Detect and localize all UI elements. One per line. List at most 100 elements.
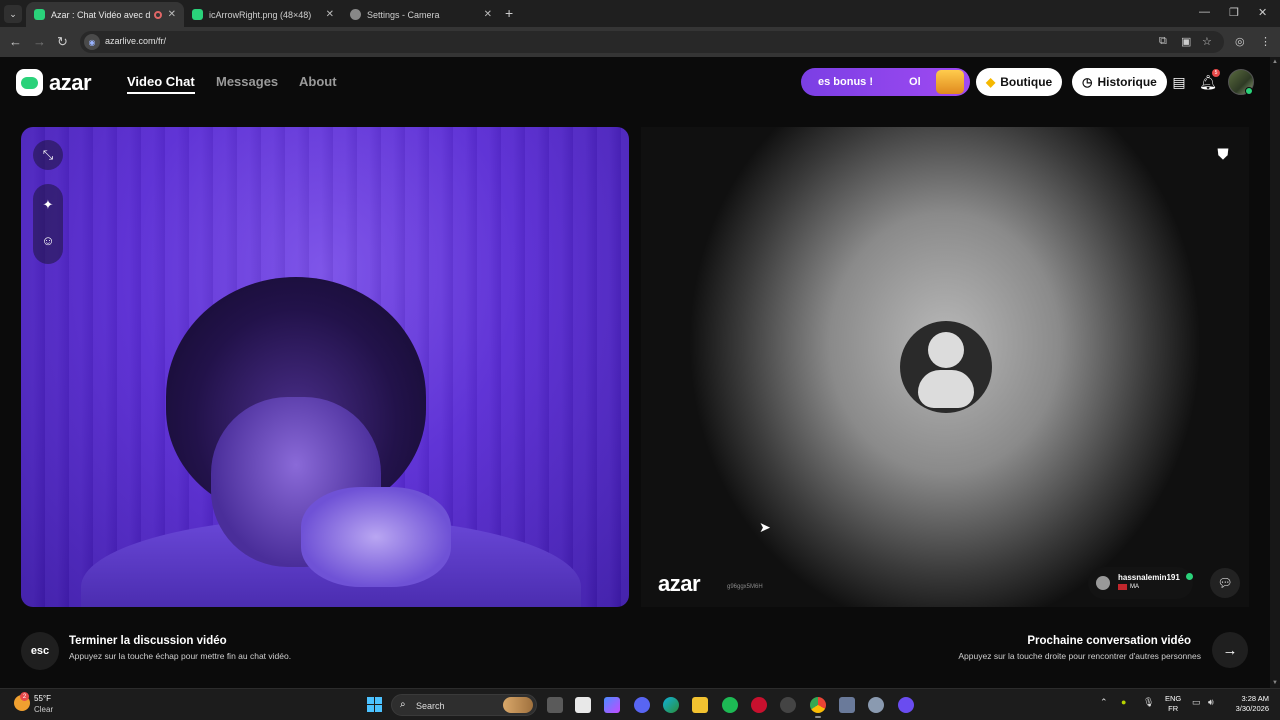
azar-logo[interactable]: azar bbox=[16, 69, 92, 96]
watermark-id: g96ggx5M6H bbox=[727, 584, 763, 590]
image-favicon-icon bbox=[192, 9, 203, 20]
maximize-button[interactable]: ❐ bbox=[1229, 6, 1239, 19]
bookmark-star-icon[interactable]: ☆ bbox=[1202, 35, 1212, 48]
gift-box-icon bbox=[936, 70, 964, 94]
end-chat-title: Terminer la discussion vidéo bbox=[69, 635, 227, 647]
search-label: Search bbox=[416, 701, 445, 711]
next-chat-subtitle: Appuyez sur la touche droite pour rencon… bbox=[958, 651, 1201, 661]
media-app-icon[interactable] bbox=[751, 697, 767, 713]
chrome-icon[interactable] bbox=[810, 697, 826, 718]
close-window-button[interactable]: ✕ bbox=[1258, 6, 1267, 19]
diamond-icon: ◆ bbox=[986, 75, 996, 89]
page-scrollbar[interactable]: ▲ ▼ bbox=[1270, 57, 1280, 688]
tab-title: icArrowRight.png (48×48) bbox=[209, 9, 312, 20]
flag-icon bbox=[1118, 584, 1127, 590]
forward-button[interactable]: → bbox=[33, 34, 46, 49]
report-shield-icon[interactable]: ⛊ bbox=[1214, 144, 1232, 164]
menu-icon[interactable]: ⋮ bbox=[1260, 35, 1271, 48]
camera-site-icon[interactable]: ◉ bbox=[84, 34, 100, 50]
edge-icon[interactable] bbox=[663, 697, 679, 713]
close-tab-icon[interactable]: ✕ bbox=[484, 9, 492, 20]
shop-label: Boutique bbox=[1000, 75, 1053, 89]
nav-about[interactable]: About bbox=[299, 74, 337, 89]
steam-icon[interactable] bbox=[780, 697, 796, 713]
copilot-icon[interactable] bbox=[604, 697, 620, 713]
spotify-icon[interactable] bbox=[722, 697, 738, 713]
azar-favicon-icon bbox=[34, 9, 45, 20]
user-icon bbox=[1096, 576, 1110, 590]
inbox-icon[interactable]: ▤ bbox=[1170, 73, 1188, 91]
browser-tab-strip: ⌄ Azar : Chat Vidéo avec de n ✕ icArrowR… bbox=[0, 0, 1280, 27]
chat-bubble-icon[interactable]: 💬︎ bbox=[1210, 568, 1240, 598]
settings-gear-icon[interactable] bbox=[868, 697, 884, 713]
verified-icon bbox=[1186, 573, 1193, 580]
weather-condition: Clear bbox=[34, 705, 54, 714]
translate-icon[interactable]: ⧉ bbox=[1159, 35, 1167, 48]
partner-country: MA bbox=[1118, 584, 1139, 590]
minimize-video-icon[interactable]: ⤡ bbox=[33, 140, 63, 170]
hand-with-glass bbox=[301, 487, 451, 587]
profile-icon[interactable]: ◎ bbox=[1235, 35, 1245, 48]
windows-start-icon[interactable] bbox=[367, 697, 382, 712]
url-text: azarlive.com/fr/ bbox=[105, 36, 167, 46]
end-chat-subtitle: Appuyez sur la touche échap pour mettre … bbox=[69, 651, 292, 661]
tab-image[interactable]: icArrowRight.png (48×48) ✕ bbox=[184, 2, 342, 27]
windows-taskbar: 2 55°F Clear ⌕ Search ⌃ ● 🎙︎ ENG FR ▭ 🔊︎ … bbox=[0, 688, 1280, 720]
online-status-dot bbox=[1245, 87, 1253, 95]
minimize-button[interactable]: — bbox=[1199, 6, 1210, 18]
remote-video: ⛊ azar g96ggx5M6H hassnalemin191 MA 💬︎ bbox=[641, 127, 1249, 607]
azar-page: azar Video Chat Messages About es bonus … bbox=[0, 57, 1270, 688]
bonus-banner[interactable]: es bonus ! Ol bbox=[801, 68, 970, 96]
nav-video-chat[interactable]: Video Chat bbox=[127, 74, 195, 94]
language-indicator[interactable]: ENG FR bbox=[1165, 694, 1181, 714]
temperature: 55°F bbox=[34, 694, 51, 703]
system-clock[interactable]: 3:28 AM 3/30/2026 bbox=[1226, 694, 1269, 714]
app-icon[interactable] bbox=[839, 697, 855, 713]
close-tab-icon[interactable]: ✕ bbox=[326, 9, 334, 20]
gear-icon bbox=[350, 9, 361, 20]
shop-button[interactable]: ◆ Boutique bbox=[976, 68, 1063, 96]
magic-wand-icon[interactable]: ✦ bbox=[33, 190, 63, 220]
reload-button[interactable]: ↻ bbox=[57, 34, 68, 50]
tab-title: Settings - Camera bbox=[367, 9, 440, 20]
history-button[interactable]: ◷ Historique bbox=[1072, 68, 1167, 96]
nav-messages[interactable]: Messages bbox=[216, 74, 278, 89]
task-view-icon[interactable] bbox=[547, 697, 563, 713]
partner-username: hassnalemin191 bbox=[1118, 573, 1180, 582]
next-arrow-button[interactable]: → bbox=[1212, 632, 1248, 668]
weather-badge: 2 bbox=[20, 692, 29, 701]
notification-badge: 5 bbox=[1212, 69, 1220, 77]
bonus-text: es bonus ! bbox=[818, 76, 874, 88]
volume-icon[interactable]: 🔊︎ bbox=[1208, 697, 1214, 708]
tab-title: Azar : Chat Vidéo avec de n bbox=[51, 9, 150, 20]
logo-text: azar bbox=[49, 69, 92, 95]
effects-toolbar: ✦ ☺ bbox=[33, 184, 63, 264]
history-label: Historique bbox=[1097, 75, 1157, 89]
new-tab-button[interactable]: + bbox=[505, 5, 513, 21]
circle-app-icon[interactable] bbox=[898, 697, 914, 713]
smile-face-icon[interactable]: ☺ bbox=[33, 225, 63, 255]
azar-logo-icon bbox=[16, 69, 43, 96]
discord-icon[interactable] bbox=[634, 697, 650, 713]
partner-user-chip[interactable]: hassnalemin191 MA bbox=[1088, 567, 1193, 599]
tray-app-icon[interactable]: ● bbox=[1121, 697, 1126, 707]
clock-icon: ◷ bbox=[1082, 75, 1093, 89]
file-explorer-icon[interactable] bbox=[692, 697, 708, 713]
end-chat-button[interactable]: esc bbox=[21, 632, 59, 670]
tab-settings[interactable]: Settings - Camera ✕ bbox=[342, 2, 500, 27]
network-icon[interactable]: ▭ bbox=[1192, 697, 1201, 708]
azar-watermark: azar bbox=[658, 571, 701, 596]
back-button[interactable]: ← bbox=[9, 34, 22, 49]
browser-toolbar: ← → ↻ ◉ azarlive.com/fr/ ⧉ ▣ ☆ ◎ ⋮ bbox=[0, 27, 1280, 57]
taskbar-search[interactable]: ⌕ Search bbox=[391, 694, 537, 716]
tab-azar[interactable]: Azar : Chat Vidéo avec de n ✕ bbox=[26, 2, 184, 27]
tab-search-button[interactable]: ⌄ bbox=[4, 5, 22, 23]
microphone-icon[interactable]: 🎙︎ bbox=[1143, 697, 1154, 708]
address-bar[interactable]: ◉ azarlive.com/fr/ bbox=[80, 31, 1224, 53]
close-tab-icon[interactable]: ✕ bbox=[168, 9, 176, 20]
search-highlight-image bbox=[503, 697, 533, 713]
store-icon[interactable] bbox=[575, 697, 591, 713]
tray-chevron-icon[interactable]: ⌃ bbox=[1100, 697, 1108, 708]
install-icon[interactable]: ▣ bbox=[1181, 35, 1191, 48]
local-video: ⤡ ✦ ☺ bbox=[21, 127, 629, 607]
